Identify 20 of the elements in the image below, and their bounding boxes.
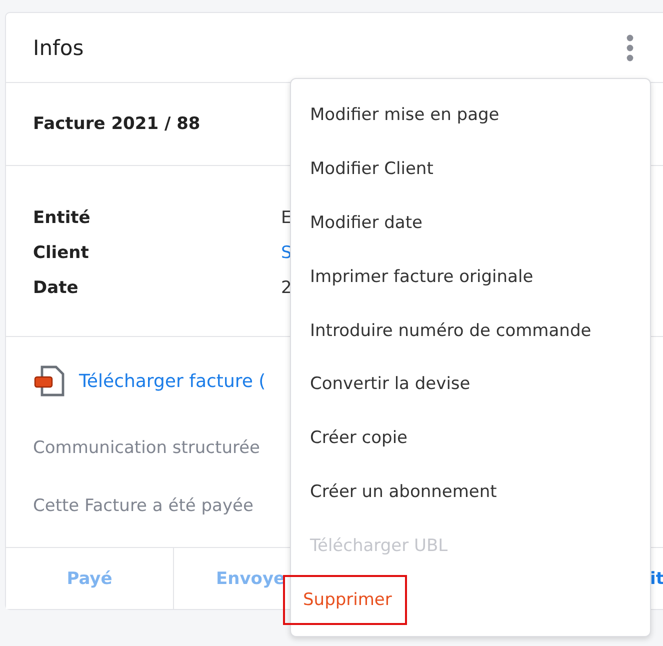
menu-item[interactable]: Supprimer [284, 576, 406, 624]
download-link[interactable]: Télécharger facture ( [79, 370, 266, 392]
more-icon[interactable] [626, 34, 634, 62]
info-text: Cette Facture a été payée [33, 495, 254, 518]
detail-value: 2 [281, 277, 292, 300]
info-text: Communication structurée [33, 437, 260, 460]
menu-item[interactable]: Convertir la devise [291, 360, 470, 408]
menu-item[interactable]: Créer copie [291, 414, 408, 462]
detail-label: Date [33, 277, 80, 300]
menu-item[interactable]: Créer un abonnement [291, 468, 497, 516]
detail-label: Client [33, 242, 90, 265]
invoice-number: Facture 2021 / 88 [33, 114, 200, 134]
detail-value: E [281, 207, 292, 230]
menu-item[interactable]: Imprimer facture originale [291, 252, 534, 301]
menu-item[interactable]: Modifier date [291, 198, 422, 247]
menu-item[interactable]: Introduire numéro de commande [291, 306, 592, 355]
menu-item[interactable]: Modifier Client [291, 144, 434, 193]
card-title: Infos [33, 36, 84, 60]
detail-label: Entité [33, 207, 92, 230]
menu-item[interactable]: Modifier mise en page [291, 90, 500, 139]
